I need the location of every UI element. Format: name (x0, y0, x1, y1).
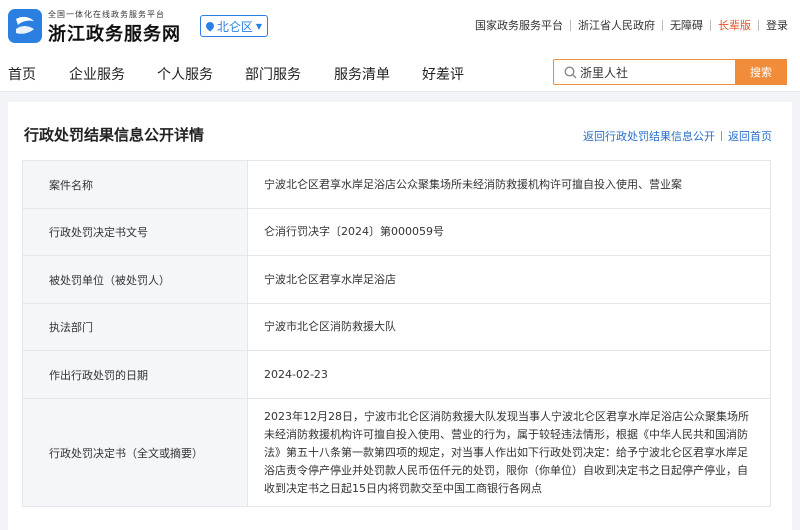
table-row: 案件名称 宁波北仑区君享水岸足浴店公众聚集场所未经消防救援机构许可擅自投入使用、… (22, 160, 771, 209)
location-pin-icon (204, 20, 216, 32)
decision-text-value: 2023年12月28日，宁波市北仑区消防救援大队发现当事人宁波北仑区君享水岸足浴… (247, 398, 771, 507)
link-provincial-government[interactable]: 浙江省人民政府 (578, 17, 655, 33)
site-name[interactable]: 浙江政务服务网 (48, 20, 181, 46)
case-name-label: 案件名称 (22, 160, 248, 209)
site-header: 全国一体化在线政务服务平台 浙江政务服务网 北仑区 ▼ 国家政务服务平台 浙江省… (0, 0, 800, 52)
region-selector[interactable]: 北仑区 ▼ (200, 15, 268, 37)
table-row: 行政处罚决定书（全文或摘要） 2023年12月28日，宁波市北仑区消防救援大队发… (22, 398, 771, 507)
site-subtitle: 全国一体化在线政务服务平台 (48, 10, 165, 19)
caret-down-icon: ▼ (255, 21, 263, 31)
breadcrumb: 返回行政处罚结果信息公开 返回首页 (583, 128, 772, 144)
document-number-value: 仑消行罚决字〔2024〕第000059号 (247, 208, 771, 256)
enforcement-dept-value: 宁波市北仑区消防救援大队 (247, 303, 771, 351)
detail-table: 案件名称 宁波北仑区君享水岸足浴店公众聚集场所未经消防救援机构许可擅自投入使用、… (22, 160, 771, 507)
table-row: 行政处罚决定书文号 仑消行罚决字〔2024〕第000059号 (22, 208, 771, 256)
nav-feedback[interactable]: 好差评 (422, 64, 464, 84)
penalty-date-label: 作出行政处罚的日期 (22, 350, 248, 399)
enforcement-dept-label: 执法部门 (22, 303, 248, 351)
case-name-value: 宁波北仑区君享水岸足浴店公众聚集场所未经消防救援机构许可擅自投入使用、营业案 (247, 160, 771, 209)
table-row: 被处罚单位（被处罚人） 宁波北仑区君享水岸足浴店 (22, 255, 771, 304)
link-accessibility[interactable]: 无障碍 (670, 17, 703, 33)
divider (721, 131, 722, 141)
penalized-party-label: 被处罚单位（被处罚人） (22, 255, 248, 304)
nav-service-list[interactable]: 服务清单 (334, 64, 390, 84)
main-nav: 首页 企业服务 个人服务 部门服务 服务清单 好差评 搜索 (0, 52, 800, 92)
back-home-link[interactable]: 返回首页 (728, 128, 772, 144)
link-elder-version[interactable]: 长辈版 (718, 17, 751, 33)
divider (662, 19, 663, 31)
divider (710, 19, 711, 31)
detail-card: 行政处罚结果信息公开详情 返回行政处罚结果信息公开 返回首页 案件名称 宁波北仑… (8, 102, 792, 530)
search-icon (560, 60, 580, 84)
nav-department-services[interactable]: 部门服务 (245, 64, 301, 84)
penalized-party-value: 宁波北仑区君享水岸足浴店 (247, 255, 771, 304)
nav-personal-services[interactable]: 个人服务 (157, 64, 213, 84)
search-input[interactable] (580, 61, 735, 83)
table-row: 作出行政处罚的日期 2024-02-23 (22, 350, 771, 399)
divider (570, 19, 571, 31)
region-label: 北仑区 (216, 19, 253, 34)
search-button[interactable]: 搜索 (735, 59, 787, 85)
divider (758, 19, 759, 31)
nav-enterprise-services[interactable]: 企业服务 (69, 64, 125, 84)
document-number-label: 行政处罚决定书文号 (22, 208, 248, 256)
back-to-list-link[interactable]: 返回行政处罚结果信息公开 (583, 128, 715, 144)
penalty-date-value: 2024-02-23 (247, 350, 771, 399)
link-national-platform[interactable]: 国家政务服务平台 (475, 17, 563, 33)
login-link[interactable]: 登录 (766, 17, 788, 33)
search-box: 搜索 (553, 59, 787, 85)
table-row: 执法部门 宁波市北仑区消防救援大队 (22, 303, 771, 351)
zjzw-logo-icon[interactable] (8, 9, 42, 43)
page-title: 行政处罚结果信息公开详情 (24, 126, 205, 144)
nav-home[interactable]: 首页 (8, 64, 36, 84)
top-links: 国家政务服务平台 浙江省人民政府 无障碍 长辈版 登录 (475, 17, 788, 33)
decision-text-label: 行政处罚决定书（全文或摘要） (22, 398, 248, 507)
